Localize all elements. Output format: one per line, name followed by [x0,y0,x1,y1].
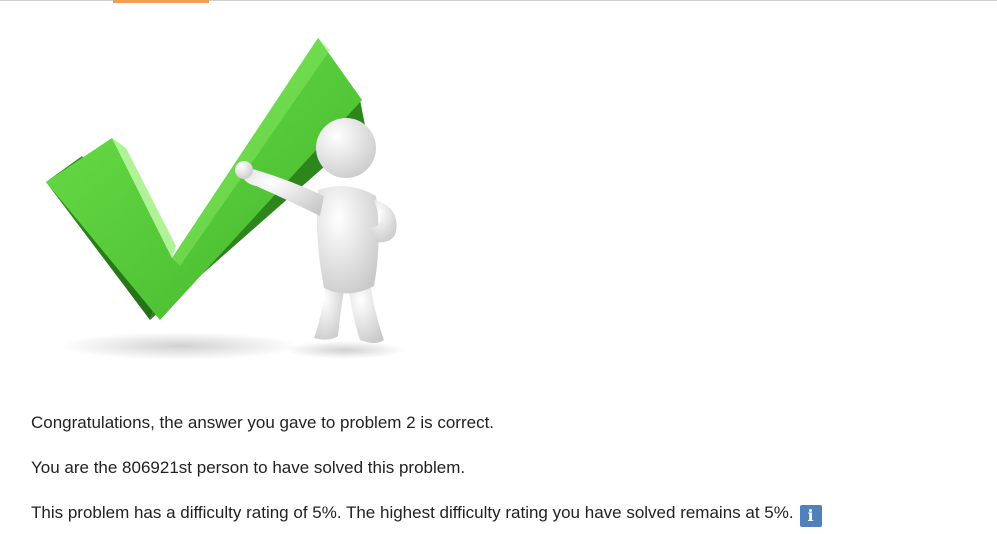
info-icon[interactable]: i [799,505,822,527]
difficulty-message: This problem has a difficulty rating of … [31,503,794,522]
active-tab-indicator [113,0,209,3]
difficulty-message-row: This problem has a difficulty rating of … [31,499,971,527]
checkmark-with-figure-icon [46,38,405,360]
solver-count-message: You are the 806921st person to have solv… [31,458,466,477]
correct-answer-illustration [30,20,410,370]
congratulations-message: Congratulations, the answer you gave to … [31,413,495,432]
result-messages: Congratulations, the answer you gave to … [31,409,971,527]
